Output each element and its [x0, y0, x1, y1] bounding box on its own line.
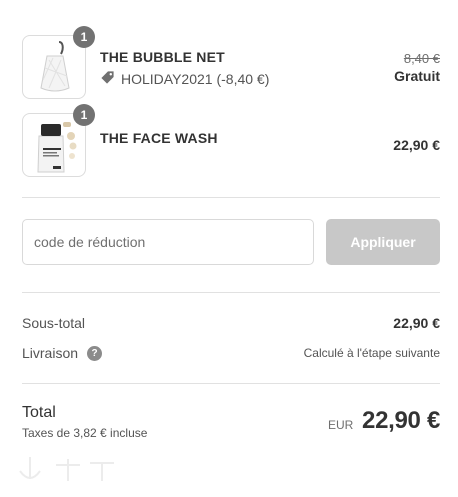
- total-label: Total: [22, 404, 56, 421]
- watermark-logo: [10, 455, 120, 492]
- discount-code-input[interactable]: [22, 219, 314, 265]
- original-price: 8,40 €: [403, 51, 440, 66]
- divider: [22, 292, 440, 293]
- applied-discount: HOLIDAY2021 (-8,40 €): [100, 70, 269, 88]
- cart-item-face-wash: 1 THE FACE WASH 22,90 €: [22, 104, 440, 177]
- order-summary: 1 THE BUBBLE NET HOLIDAY2021 (-8,40 €) 8…: [0, 0, 458, 497]
- product-name: THE FACE WASH: [100, 130, 218, 146]
- subtotal-label: Sous-total: [22, 315, 85, 331]
- apply-discount-button[interactable]: Appliquer: [326, 219, 440, 265]
- item-price: Gratuit: [394, 68, 440, 84]
- tag-icon: [100, 70, 115, 88]
- shipping-value: Calculé à l'étape suivante: [303, 346, 440, 360]
- shipping-label-text: Livraison: [22, 345, 79, 361]
- subtotal-value: 22,90 €: [393, 315, 440, 331]
- item-price: 22,90 €: [393, 137, 440, 153]
- total-amount: 22,90 €: [362, 407, 440, 434]
- discount-code-text: HOLIDAY2021 (-8,40 €): [121, 71, 270, 87]
- shipping-label: Livraison ?: [22, 345, 103, 361]
- total-currency: EUR: [328, 418, 354, 432]
- product-name: THE BUBBLE NET: [100, 49, 225, 65]
- tax-note: Taxes de 3,82 € incluse: [22, 426, 148, 440]
- divider: [22, 197, 440, 198]
- quantity-badge: 1: [73, 104, 95, 126]
- subtotal-label-text: Sous-total: [22, 315, 86, 331]
- divider: [22, 383, 440, 384]
- help-icon[interactable]: ?: [87, 345, 103, 361]
- cart-item-bubble-net: 1 THE BUBBLE NET HOLIDAY2021 (-8,40 €) 8…: [22, 26, 440, 99]
- quantity-badge: 1: [73, 26, 95, 48]
